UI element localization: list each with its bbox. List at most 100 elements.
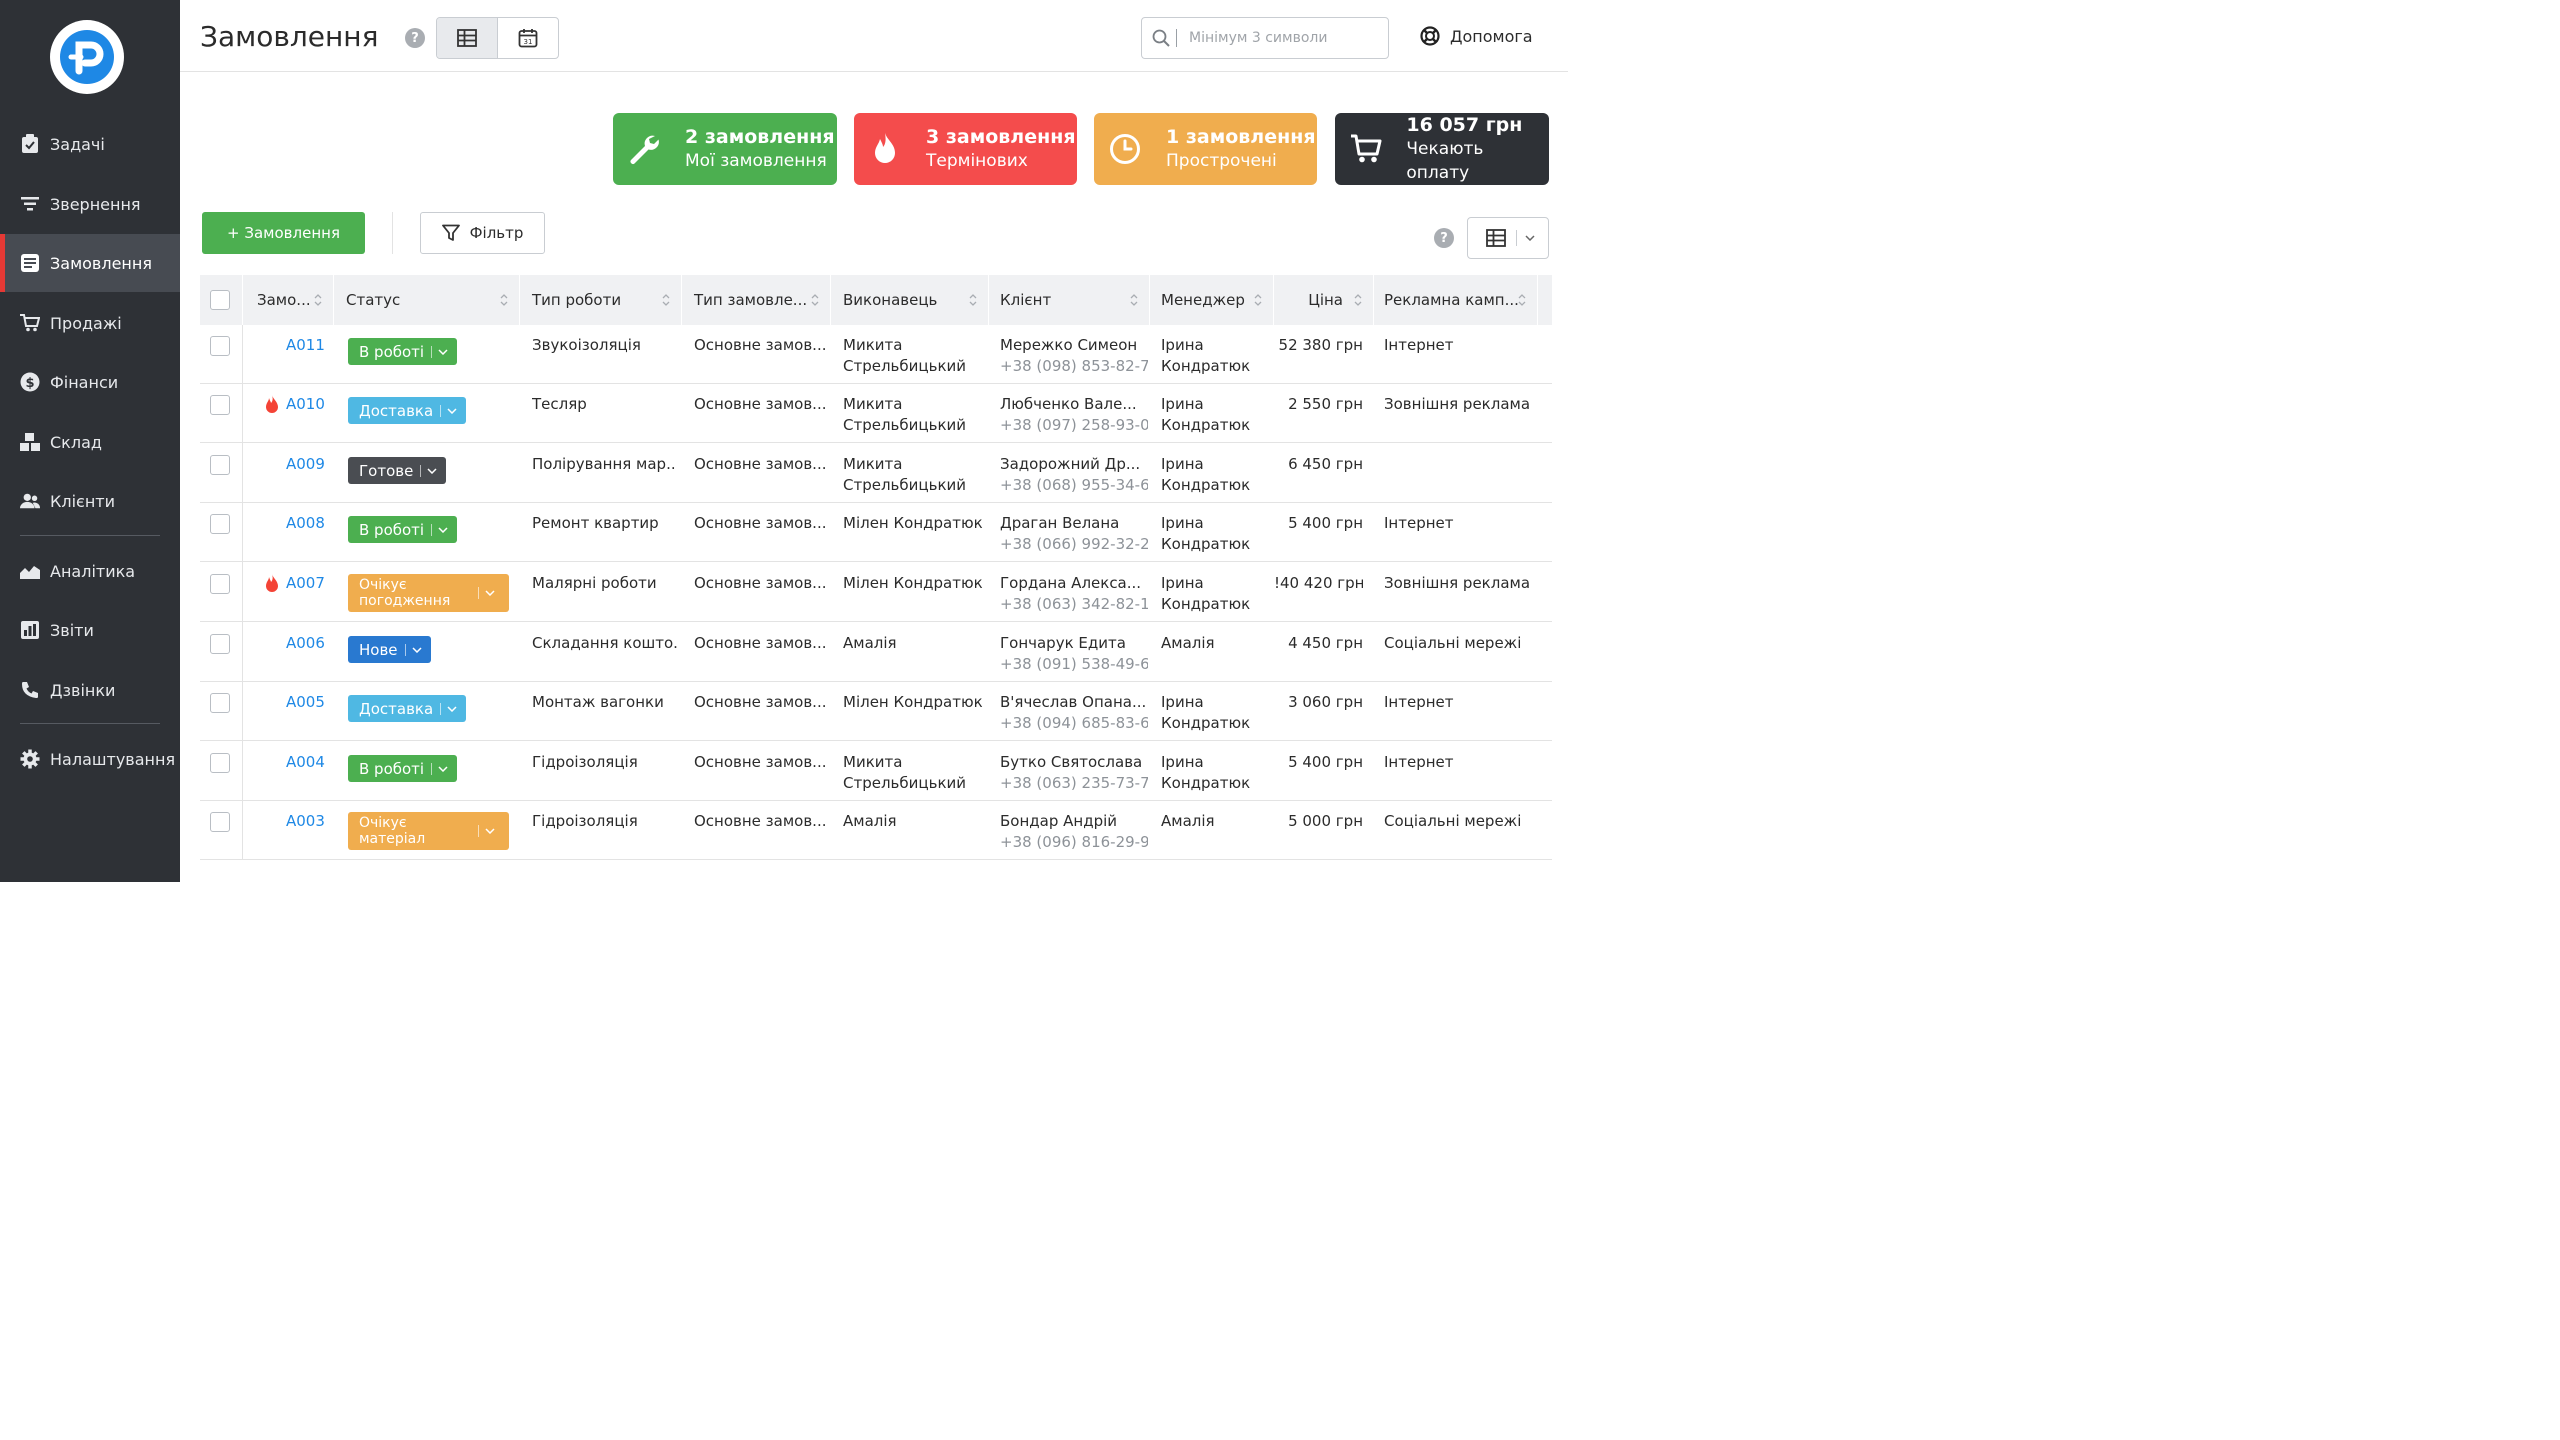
table-row[interactable]: A007 Очікує погодження Малярні роботи Основ… (200, 563, 1552, 622)
column-header-status[interactable]: Статус (334, 275, 520, 325)
sidebar-item-tasks[interactable]: Задачі (0, 115, 180, 173)
client-name[interactable]: Задорожний Др... (1000, 454, 1148, 475)
order-number-link[interactable]: A011 (286, 335, 336, 356)
manager-cell: Ірина Кондратюк (1161, 513, 1271, 555)
client-phone[interactable]: +38 (063) 342-82-18 (1000, 594, 1148, 615)
status-dropdown[interactable]: Очікує погодження (348, 574, 509, 612)
sidebar-item-analytics[interactable]: Аналітика (0, 542, 180, 600)
client-name[interactable]: Драган Велана (1000, 513, 1148, 534)
table-row[interactable]: A008 В роботі Ремонт квартир Основне замов.… (200, 503, 1552, 562)
sidebar-item-clients[interactable]: Клієнти (0, 472, 180, 530)
summary-card-urgent[interactable]: 3 замовлення Термінових (854, 113, 1077, 185)
order-number-link[interactable]: A010 (286, 394, 336, 415)
row-checkbox[interactable] (210, 753, 230, 773)
status-dropdown[interactable]: В роботі (348, 755, 458, 782)
client-phone[interactable]: +38 (091) 538-49-69 (1000, 654, 1148, 675)
order-number-link[interactable]: A009 (286, 454, 336, 475)
help-badge[interactable]: ? (405, 28, 425, 48)
manager-name: Ірина (1161, 574, 1204, 592)
status-dropdown[interactable]: Нове (348, 636, 431, 663)
order-number-link[interactable]: A006 (286, 633, 336, 654)
table-row[interactable]: A011 В роботі Звукоізоляція Основне замов..… (200, 325, 1552, 384)
sidebar-item-settings[interactable]: Налаштування (0, 730, 180, 788)
column-header-client[interactable]: Клієнт (989, 275, 1150, 325)
sidebar-item-label: Налаштування (50, 749, 176, 769)
order-number-link[interactable]: A005 (286, 692, 336, 713)
sidebar-item-calls[interactable]: Дзвінки (0, 661, 180, 719)
client-phone[interactable]: +38 (098) 853-82-71 (1000, 356, 1148, 377)
table-row[interactable]: A010 Доставка Тесляр Основне замов... Микита… (200, 384, 1552, 443)
status-dropdown[interactable]: Доставка (348, 397, 467, 424)
sidebar-item-orders[interactable]: Замовлення (0, 234, 180, 292)
client-phone[interactable]: +38 (063) 235-73-71 (1000, 773, 1148, 794)
order-number-link[interactable]: A008 (286, 513, 336, 534)
order-number-link[interactable]: A003 (286, 811, 336, 832)
row-checkbox[interactable] (210, 395, 230, 415)
sidebar-item-finance[interactable]: $ Фінанси (0, 353, 180, 411)
manager-surname: Кондратюк (1161, 714, 1251, 732)
table-view-button[interactable] (437, 18, 498, 58)
table-row[interactable]: A005 Доставка Монтаж вагонки Основне замов.… (200, 682, 1552, 741)
table-row[interactable]: A006 Нове Складання кошто... Основне замов.… (200, 623, 1552, 682)
calendar-view-button[interactable]: 31 (498, 18, 558, 58)
column-header-price[interactable]: Ціна (1274, 275, 1374, 325)
row-checkbox[interactable] (210, 336, 230, 356)
client-name[interactable]: Гончарук Едита (1000, 633, 1148, 654)
status-dropdown[interactable]: В роботі (348, 516, 458, 543)
manager-surname: Кондратюк (1161, 774, 1251, 792)
toolbar-divider (392, 212, 393, 254)
executor-cell: Микита Стрельбицький (843, 752, 988, 794)
table-row[interactable]: A009 Готове Полірування мар... Основне замо… (200, 444, 1552, 503)
cart-icon (20, 313, 40, 333)
client-name[interactable]: В'ячеслав Опана... (1000, 692, 1148, 713)
client-phone[interactable]: +38 (096) 816-29-91 (1000, 832, 1148, 853)
sidebar-item-requests[interactable]: Звернення (0, 175, 180, 233)
sidebar-item-reports[interactable]: Звіти (0, 601, 180, 659)
help-link[interactable]: Допомога (1420, 26, 1533, 46)
column-header-manager[interactable]: Менеджер (1150, 275, 1274, 325)
row-checkbox[interactable] (210, 574, 230, 594)
order-number-link[interactable]: A004 (286, 752, 336, 773)
column-header-executor[interactable]: Виконавець (831, 275, 989, 325)
summary-card-overdue[interactable]: 1 замовлення Прострочені (1094, 113, 1317, 185)
select-all-checkbox[interactable] (210, 290, 230, 310)
search-input[interactable] (1189, 30, 1369, 46)
filter-button[interactable]: Фільтр (420, 212, 545, 254)
table-row[interactable]: A003 Очікує матеріал Гідроізоляція Основне … (200, 801, 1552, 860)
search-box[interactable] (1141, 17, 1389, 59)
status-dropdown[interactable]: Очікує матеріал (348, 812, 509, 850)
table-row[interactable]: A004 В роботі Гідроізоляція Основне замов..… (200, 742, 1552, 801)
add-order-button[interactable]: + Замовлення (202, 212, 365, 254)
client-phone[interactable]: +38 (068) 955-34-67 (1000, 475, 1148, 496)
separator (1516, 230, 1517, 246)
client-name[interactable]: Бондар Андрій (1000, 811, 1148, 832)
status-dropdown[interactable]: В роботі (348, 338, 458, 365)
sidebar-item-warehouse[interactable]: Склад (0, 413, 180, 471)
columns-settings-button[interactable] (1467, 217, 1549, 259)
row-checkbox[interactable] (210, 634, 230, 654)
sidebar-item-sales[interactable]: Продажі (0, 294, 180, 352)
client-name[interactable]: Бутко Святослава (1000, 752, 1148, 773)
status-dropdown[interactable]: Доставка (348, 695, 467, 722)
help-badge[interactable]: ? (1434, 228, 1454, 248)
row-checkbox[interactable] (210, 514, 230, 534)
row-checkbox[interactable] (210, 693, 230, 713)
order-number-link[interactable]: A007 (286, 573, 336, 594)
status-separator (440, 404, 442, 417)
row-checkbox[interactable] (210, 812, 230, 832)
summary-card-my-orders[interactable]: 2 замовлення Мої замовлення (613, 113, 837, 185)
row-checkbox[interactable] (210, 455, 230, 475)
app-logo[interactable] (50, 20, 124, 94)
client-phone[interactable]: +38 (097) 258-93-02 (1000, 415, 1148, 436)
column-header-order-type[interactable]: Тип замовле... (682, 275, 831, 325)
client-name[interactable]: Любченко Вале... (1000, 394, 1148, 415)
column-header-ad-campaign[interactable]: Рекламна камп... (1374, 275, 1538, 325)
column-header-work-type[interactable]: Тип роботи (520, 275, 682, 325)
client-phone[interactable]: +38 (066) 992-32-24 (1000, 534, 1148, 555)
client-phone[interactable]: +38 (094) 685-83-63 (1000, 713, 1148, 734)
status-dropdown[interactable]: Готове (348, 457, 447, 484)
column-header-number[interactable]: Замо... (243, 275, 334, 325)
client-name[interactable]: Мережко Симеон (1000, 335, 1148, 356)
summary-card-awaiting-payment[interactable]: 16 057 грн Чекають оплату (1335, 113, 1549, 185)
client-name[interactable]: Гордана Алекса... (1000, 573, 1148, 594)
